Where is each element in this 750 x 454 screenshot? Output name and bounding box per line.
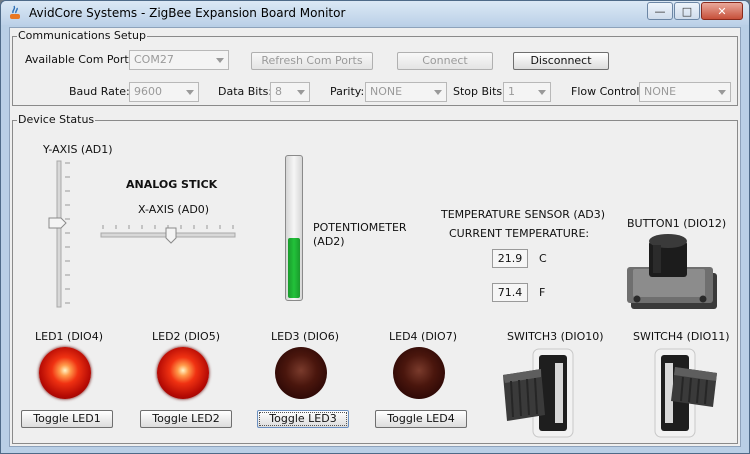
baud-rate-value: 9600 — [134, 85, 162, 98]
parity-label: Parity: — [330, 85, 365, 98]
led3-label: LED3 (DIO6) — [271, 330, 339, 343]
slide-switch3-icon — [503, 348, 574, 438]
temperature-c-unit: C — [539, 252, 547, 265]
maximize-icon: □ — [681, 4, 693, 18]
baud-rate-label: Baud Rate: — [69, 85, 130, 98]
led3-indicator — [275, 347, 327, 399]
data-bits-value: 8 — [275, 85, 282, 98]
potentiometer-fill — [288, 237, 300, 298]
led1-label: LED1 (DIO4) — [35, 330, 103, 343]
potentiometer-bar — [285, 155, 303, 301]
flow-control-label: Flow Control: — [571, 85, 644, 98]
x-axis-slider[interactable] — [99, 219, 239, 245]
device-status-title: Device Status — [17, 113, 96, 126]
connect-button[interactable]: Connect — [397, 52, 493, 70]
communications-setup-group: Communications Setup Available Com Ports… — [12, 29, 738, 106]
led1-indicator — [39, 347, 91, 399]
main-panel: Communications Setup Available Com Ports… — [9, 27, 741, 447]
dropdown-arrow-icon — [186, 90, 194, 95]
baud-rate-select[interactable]: 9600 — [129, 82, 199, 102]
switch4-label: SWITCH4 (DIO11) — [633, 330, 730, 343]
close-icon: ✕ — [717, 4, 727, 18]
window-title: AvidCore Systems - ZigBee Expansion Boar… — [29, 6, 346, 20]
refresh-com-ports-button[interactable]: Refresh Com Ports — [251, 52, 373, 70]
com-ports-label: Available Com Ports: — [25, 53, 139, 66]
flow-control-select[interactable]: NONE — [639, 82, 731, 102]
title-bar: AvidCore Systems - ZigBee Expansion Boar… — [1, 1, 749, 25]
dropdown-arrow-icon — [216, 58, 224, 63]
parity-select[interactable]: NONE — [365, 82, 447, 102]
button1-label: BUTTON1 (DIO12) — [627, 217, 727, 230]
y-axis-slider[interactable] — [45, 159, 79, 309]
dropdown-arrow-icon — [297, 90, 305, 95]
flow-control-value: NONE — [644, 85, 677, 98]
device-status-group: Device Status Y-AXIS (AD1) ANALOG STICK … — [12, 113, 738, 444]
temperature-sensor-label: TEMPERATURE SENSOR (AD3) — [441, 208, 605, 221]
java-app-icon — [10, 5, 20, 19]
stop-bits-select[interactable]: 1 — [503, 82, 551, 102]
slide-switch4-icon — [654, 348, 717, 438]
y-axis-label: Y-AXIS (AD1) — [43, 143, 113, 156]
parity-value: NONE — [370, 85, 403, 98]
toggle-led2-button[interactable]: Toggle LED2 — [140, 410, 232, 428]
led4-label: LED4 (DIO7) — [389, 330, 457, 343]
led2-indicator — [157, 347, 209, 399]
maximize-button[interactable]: □ — [674, 2, 700, 20]
potentiometer-label: POTENTIOMETER — [313, 221, 407, 234]
data-bits-select[interactable]: 8 — [270, 82, 310, 102]
temperature-f-unit: F — [539, 286, 546, 299]
communications-setup-title: Communications Setup — [17, 29, 147, 42]
close-button[interactable]: ✕ — [701, 2, 743, 20]
stop-bits-value: 1 — [508, 85, 515, 98]
potentiometer-sub-label: (AD2) — [313, 235, 345, 248]
disconnect-button[interactable]: Disconnect — [513, 52, 609, 70]
x-axis-slider-thumb — [165, 227, 177, 244]
analog-stick-label: ANALOG STICK — [126, 178, 218, 191]
temperature-c-field: 21.9 — [492, 249, 528, 268]
current-temperature-label: CURRENT TEMPERATURE: — [449, 227, 590, 240]
dropdown-arrow-icon — [538, 90, 546, 95]
com-port-select[interactable]: COM27 — [129, 50, 229, 70]
minimize-icon: — — [654, 4, 666, 18]
dropdown-arrow-icon — [434, 90, 442, 95]
led2-label: LED2 (DIO5) — [152, 330, 220, 343]
x-axis-label: X-AXIS (AD0) — [138, 203, 210, 216]
push-button-icon — [627, 234, 717, 309]
app-window: AvidCore Systems - ZigBee Expansion Boar… — [0, 0, 750, 454]
toggle-led1-button[interactable]: Toggle LED1 — [21, 410, 113, 428]
y-axis-slider-thumb — [48, 217, 67, 229]
toggle-led3-button[interactable]: Toggle LED3 — [257, 410, 349, 428]
switch3-label: SWITCH3 (DIO10) — [507, 330, 604, 343]
dropdown-arrow-icon — [718, 90, 726, 95]
data-bits-label: Data Bits: — [218, 85, 273, 98]
stop-bits-label: Stop Bits: — [453, 85, 506, 98]
com-port-value: COM27 — [134, 53, 174, 66]
temperature-f-field: 71.4 — [492, 283, 528, 302]
led4-indicator — [393, 347, 445, 399]
minimize-button[interactable]: — — [647, 2, 673, 20]
toggle-led4-button[interactable]: Toggle LED4 — [375, 410, 467, 428]
